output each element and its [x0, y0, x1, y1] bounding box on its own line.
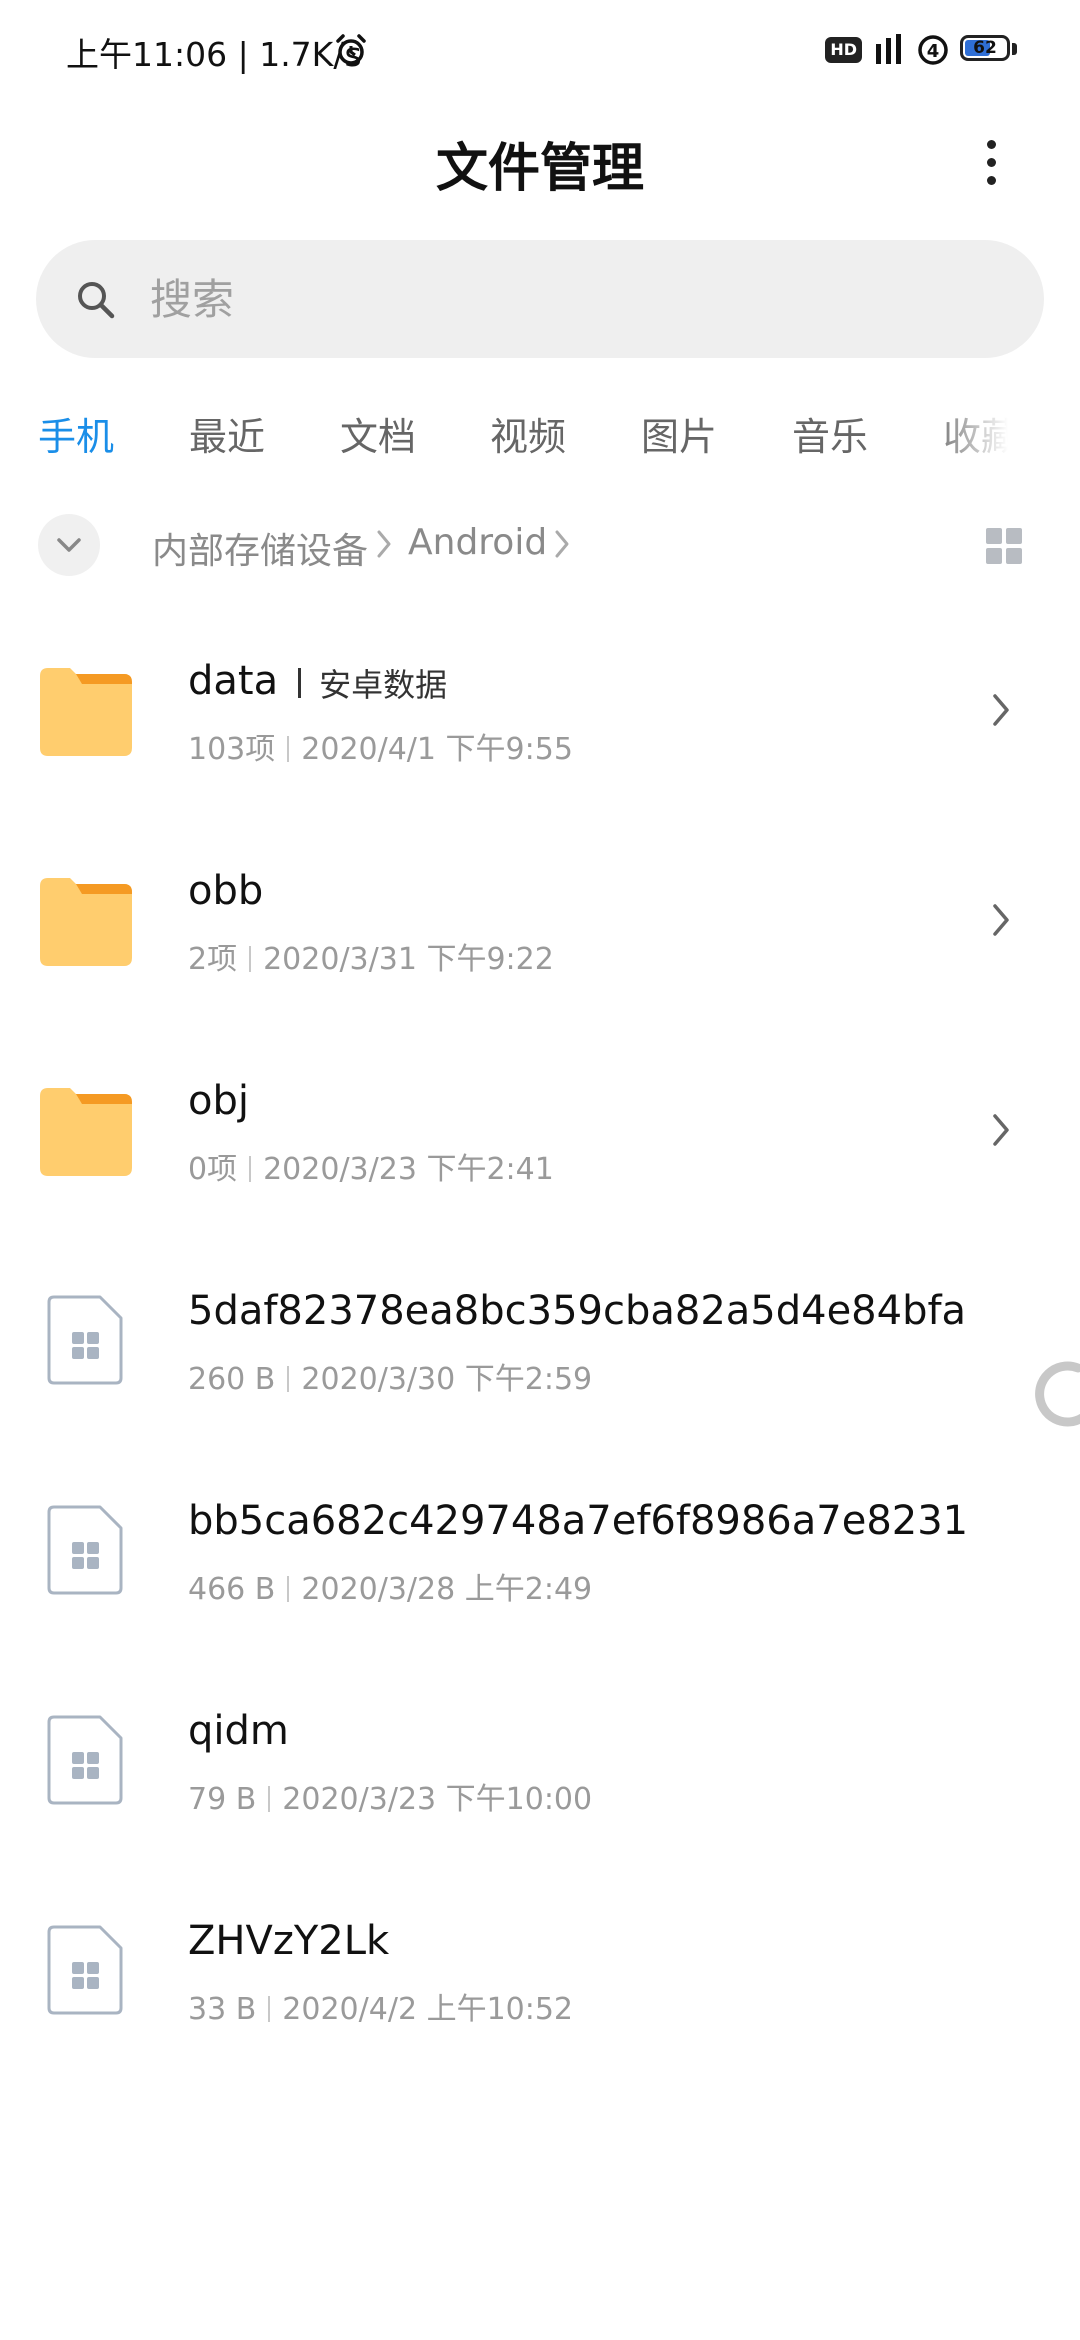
modified-date: 2020/3/23 下午2:41	[263, 1152, 554, 1187]
signal-icon	[876, 34, 901, 64]
battery-icon: 62	[960, 35, 1018, 65]
status-bar: 上午11:06 | 1.7K/s HD 4 62	[0, 0, 1080, 100]
modified-date: 2020/3/28 上午2:49	[301, 1572, 593, 1607]
list-item-file[interactable]: 5daf82378ea8bc359cba82a5d4e84bfa 260 B 20…	[0, 1270, 1080, 1480]
file-meta: 466 B 2020/3/28 上午2:49	[188, 1564, 592, 1608]
alarm-icon	[336, 34, 366, 65]
hd-badge: HD	[825, 37, 862, 63]
status-icons: HD 4 62	[825, 30, 1018, 70]
file-meta: 2项 2020/3/31 下午9:22	[188, 934, 554, 978]
file-size: 79 B	[188, 1782, 257, 1817]
svg-text:4: 4	[927, 41, 940, 62]
modified-date: 2020/3/23 下午10:00	[282, 1782, 593, 1817]
more-options-icon[interactable]	[976, 132, 1008, 192]
tabs-fade	[928, 400, 1008, 470]
breadcrumb-item-storage[interactable]: 内部存储设备	[152, 522, 368, 574]
list-item-file[interactable]: qidm 79 B 2020/3/23 下午10:00	[0, 1690, 1080, 1900]
file-meta: 103项 2020/4/1 下午9:55	[188, 724, 573, 768]
breadcrumb-expand-button[interactable]	[38, 514, 100, 576]
chevron-right-icon	[993, 904, 1009, 936]
category-tabs: 手机 最近 文档 视频 图片 音乐 收藏	[0, 400, 1080, 470]
file-name: obb	[188, 868, 264, 914]
modified-date: 2020/4/2 上午10:52	[282, 1992, 574, 2027]
unknown-file-icon	[47, 1925, 123, 2015]
chevron-right-icon	[993, 1114, 1009, 1146]
list-item-file[interactable]: ZHVzY2Lk 33 B 2020/4/2 上午10:52	[0, 1900, 1080, 2110]
tabs-fade-edge	[1008, 400, 1080, 470]
file-name: bb5ca682c429748a7ef6f8986a7e8231	[188, 1498, 969, 1544]
item-count: 0项	[188, 1152, 238, 1187]
breadcrumb: 内部存储设备 Android	[0, 510, 1080, 580]
file-size: 466 B	[188, 1572, 276, 1607]
unknown-file-icon	[47, 1295, 123, 1385]
file-size: 260 B	[188, 1362, 276, 1397]
breadcrumb-item-android[interactable]: Android	[408, 522, 547, 563]
battery-level: 62	[973, 38, 997, 58]
file-name: data 安卓数据	[188, 658, 447, 706]
file-meta: 79 B 2020/3/23 下午10:00	[188, 1774, 592, 1818]
file-name: ZHVzY2Lk	[188, 1918, 390, 1964]
tab-documents[interactable]: 文档	[340, 406, 416, 461]
tab-pictures[interactable]: 图片	[641, 406, 717, 461]
tab-music[interactable]: 音乐	[792, 406, 868, 461]
list-item-folder-data[interactable]: data 安卓数据 103项 2020/4/1 下午9:55	[0, 640, 1080, 850]
search-icon	[78, 282, 115, 319]
folder-tag: 安卓数据	[319, 666, 448, 704]
modified-date: 2020/3/31 下午9:22	[263, 942, 554, 977]
list-item-folder-obb[interactable]: obb 2项 2020/3/31 下午9:22	[0, 850, 1080, 1060]
file-meta: 260 B 2020/3/30 下午2:59	[188, 1354, 592, 1398]
folder-icon	[40, 668, 132, 756]
status-time: 上午11:06 | 1.7K/s	[66, 35, 362, 74]
chevron-right-icon	[377, 530, 391, 558]
unknown-file-icon	[47, 1715, 123, 1805]
unknown-file-icon	[47, 1505, 123, 1595]
page-title: 文件管理	[435, 139, 644, 199]
tab-videos[interactable]: 视频	[490, 406, 566, 461]
file-name: qidm	[188, 1708, 289, 1754]
item-count: 2项	[188, 942, 238, 977]
file-size: 33 B	[188, 1992, 257, 2027]
modified-date: 2020/4/1 下午9:55	[301, 732, 573, 767]
network-4g-icon: 4	[918, 35, 948, 65]
file-meta: 33 B 2020/4/2 上午10:52	[188, 1984, 573, 2028]
loading-spinner-icon	[1035, 1361, 1080, 1427]
modified-date: 2020/3/30 下午2:59	[301, 1362, 593, 1397]
file-meta: 0项 2020/3/23 下午2:41	[188, 1144, 554, 1188]
folder-icon	[40, 1088, 132, 1176]
item-count: 103项	[188, 732, 276, 767]
folder-icon	[40, 878, 132, 966]
list-item-folder-obj[interactable]: obj 0项 2020/3/23 下午2:41	[0, 1060, 1080, 1270]
file-name-text: data	[188, 658, 279, 704]
list-item-file[interactable]: bb5ca682c429748a7ef6f8986a7e8231 466 B 20…	[0, 1480, 1080, 1690]
grid-view-icon[interactable]	[986, 528, 1024, 566]
chevron-right-icon	[555, 530, 569, 558]
file-name: 5daf82378ea8bc359cba82a5d4e84bfa	[188, 1288, 967, 1334]
search-bar[interactable]	[36, 240, 1044, 358]
tab-phone[interactable]: 手机	[38, 406, 114, 461]
search-input[interactable]	[150, 265, 1010, 333]
tab-recent[interactable]: 最近	[189, 406, 265, 461]
file-name: obj	[188, 1078, 249, 1124]
chevron-down-icon	[57, 538, 81, 552]
chevron-right-icon	[993, 694, 1009, 726]
